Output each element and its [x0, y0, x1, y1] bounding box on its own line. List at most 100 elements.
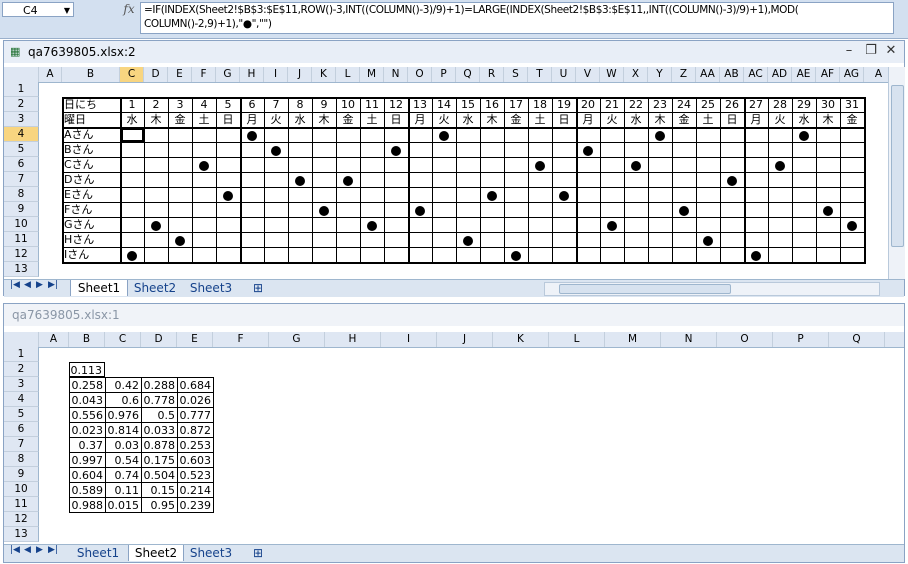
row-header-7[interactable]: 7: [4, 172, 39, 187]
table-cell[interactable]: 0.777: [177, 407, 214, 423]
column-header-c[interactable]: C: [105, 332, 141, 347]
prev-sheet-icon[interactable]: ◀: [24, 545, 31, 555]
minimize-icon[interactable]: –: [840, 43, 858, 58]
row-header-9[interactable]: 9: [4, 467, 39, 482]
column-header-l[interactable]: L: [549, 332, 605, 347]
tab-sheet3[interactable]: Sheet3: [184, 280, 238, 296]
table-cell[interactable]: 0.878: [141, 437, 178, 453]
tab-sheet1[interactable]: Sheet1: [70, 280, 128, 296]
first-sheet-icon[interactable]: |◀: [10, 545, 20, 555]
column-header-d[interactable]: D: [141, 332, 177, 347]
column-header-r[interactable]: R: [480, 67, 504, 82]
row-header-4[interactable]: 4: [4, 392, 39, 407]
column-header-z[interactable]: Z: [672, 67, 696, 82]
table-cell[interactable]: 0.033: [141, 422, 178, 438]
row-header-4[interactable]: 4: [4, 127, 39, 142]
column-header-af[interactable]: AF: [816, 67, 840, 82]
insert-function-icon[interactable]: fx: [119, 2, 139, 17]
row-header-2[interactable]: 2: [4, 362, 39, 377]
row-header-2[interactable]: 2: [4, 97, 39, 112]
table-cell[interactable]: 0.03: [105, 437, 142, 453]
table-cell[interactable]: 0.988: [69, 497, 106, 513]
column-header-w[interactable]: W: [600, 67, 624, 82]
column-header-g[interactable]: G: [216, 67, 240, 82]
table-cell[interactable]: 0.523: [177, 467, 214, 483]
column-header-a[interactable]: A: [39, 67, 62, 82]
column-header-j[interactable]: J: [288, 67, 312, 82]
select-all-corner[interactable]: [4, 332, 39, 347]
column-header-e[interactable]: E: [177, 332, 213, 347]
horizontal-scrollbar[interactable]: [544, 282, 880, 296]
column-header-p[interactable]: P: [773, 332, 829, 347]
table-cell[interactable]: 0.814: [105, 422, 142, 438]
table-cell[interactable]: 0.253: [177, 437, 214, 453]
column-header-ag[interactable]: AG: [840, 67, 864, 82]
table-cell[interactable]: 0.74: [105, 467, 142, 483]
last-sheet-icon[interactable]: ▶|: [48, 280, 58, 290]
row-header-10[interactable]: 10: [4, 217, 39, 232]
chevron-down-icon[interactable]: ▼: [64, 3, 70, 18]
column-header-aa[interactable]: AA: [696, 67, 720, 82]
restore-icon[interactable]: ❐: [862, 43, 880, 58]
scrollbar-thumb[interactable]: [891, 85, 904, 247]
column-header-s[interactable]: S: [504, 67, 528, 82]
column-header-ad[interactable]: AD: [768, 67, 792, 82]
table-cell[interactable]: 0.556: [69, 407, 106, 423]
table-cell[interactable]: 0.5: [141, 407, 178, 423]
row-header-3[interactable]: 3: [4, 112, 39, 127]
table-cell[interactable]: 0.684: [177, 377, 214, 393]
row-header-13[interactable]: 13: [4, 527, 39, 542]
row-header-12[interactable]: 12: [4, 512, 39, 527]
insert-sheet-icon[interactable]: ⊞: [248, 280, 268, 296]
hscroll-thumb[interactable]: [559, 284, 731, 294]
prev-sheet-icon[interactable]: ◀: [24, 280, 31, 290]
column-header-v[interactable]: V: [576, 67, 600, 82]
row-header-1[interactable]: 1: [4, 82, 39, 97]
column-header-o[interactable]: O: [408, 67, 432, 82]
column-header-x[interactable]: X: [624, 67, 648, 82]
row-header-11[interactable]: 11: [4, 497, 39, 512]
column-header-f[interactable]: F: [192, 67, 216, 82]
table-cell[interactable]: 0.997: [69, 452, 106, 468]
table-cell[interactable]: 0.37: [69, 437, 106, 453]
column-header-n[interactable]: N: [661, 332, 717, 347]
column-header-d[interactable]: D: [144, 67, 168, 82]
table-cell[interactable]: 0.976: [105, 407, 142, 423]
row-header-3[interactable]: 3: [4, 377, 39, 392]
tab-sheet2[interactable]: Sheet2: [128, 545, 184, 561]
row-header-13[interactable]: 13: [4, 262, 39, 277]
table-cell[interactable]: 0.214: [177, 482, 214, 498]
column-header-n[interactable]: N: [384, 67, 408, 82]
column-header-m[interactable]: M: [605, 332, 661, 347]
column-header-o[interactable]: O: [717, 332, 773, 347]
table-cell[interactable]: 0.504: [141, 467, 178, 483]
column-header-h[interactable]: H: [325, 332, 381, 347]
sheet-grid[interactable]: 日にち 曜日 Aさん Bさん Cさん Dさん Eさん Fさん Gさん Hさん Iさん 1 水 2 木 3 金 4 土…: [39, 82, 888, 278]
table-cell[interactable]: 0.026: [177, 392, 214, 408]
table-cell[interactable]: 0.288: [141, 377, 178, 393]
column-header-k[interactable]: K: [312, 67, 336, 82]
tab-sheet3[interactable]: Sheet3: [184, 545, 238, 561]
table-cell[interactable]: 0.015: [105, 497, 142, 513]
row-header-6[interactable]: 6: [4, 157, 39, 172]
table-cell[interactable]: 0.603: [177, 452, 214, 468]
active-cell[interactable]: [121, 128, 144, 142]
column-header-y[interactable]: Y: [648, 67, 672, 82]
row-header-5[interactable]: 5: [4, 142, 39, 157]
row-header-8[interactable]: 8: [4, 187, 39, 202]
next-sheet-icon[interactable]: ▶: [36, 280, 43, 290]
column-header-q[interactable]: Q: [456, 67, 480, 82]
column-header-u[interactable]: U: [552, 67, 576, 82]
sheet-grid[interactable]: 0.113 0.258 0.42 0.288 0.684 0.043 0.6 0.778 0.0…: [39, 347, 904, 543]
column-header-k[interactable]: K: [493, 332, 549, 347]
row-header-12[interactable]: 12: [4, 247, 39, 262]
table-cell[interactable]: 0.604: [69, 467, 106, 483]
column-header-p[interactable]: P: [432, 67, 456, 82]
row-header-11[interactable]: 11: [4, 232, 39, 247]
row-header-9[interactable]: 9: [4, 202, 39, 217]
column-header-e[interactable]: E: [168, 67, 192, 82]
column-header-q[interactable]: Q: [829, 332, 885, 347]
column-header-l[interactable]: L: [336, 67, 360, 82]
column-header-j[interactable]: J: [437, 332, 493, 347]
table-cell[interactable]: 0.175: [141, 452, 178, 468]
